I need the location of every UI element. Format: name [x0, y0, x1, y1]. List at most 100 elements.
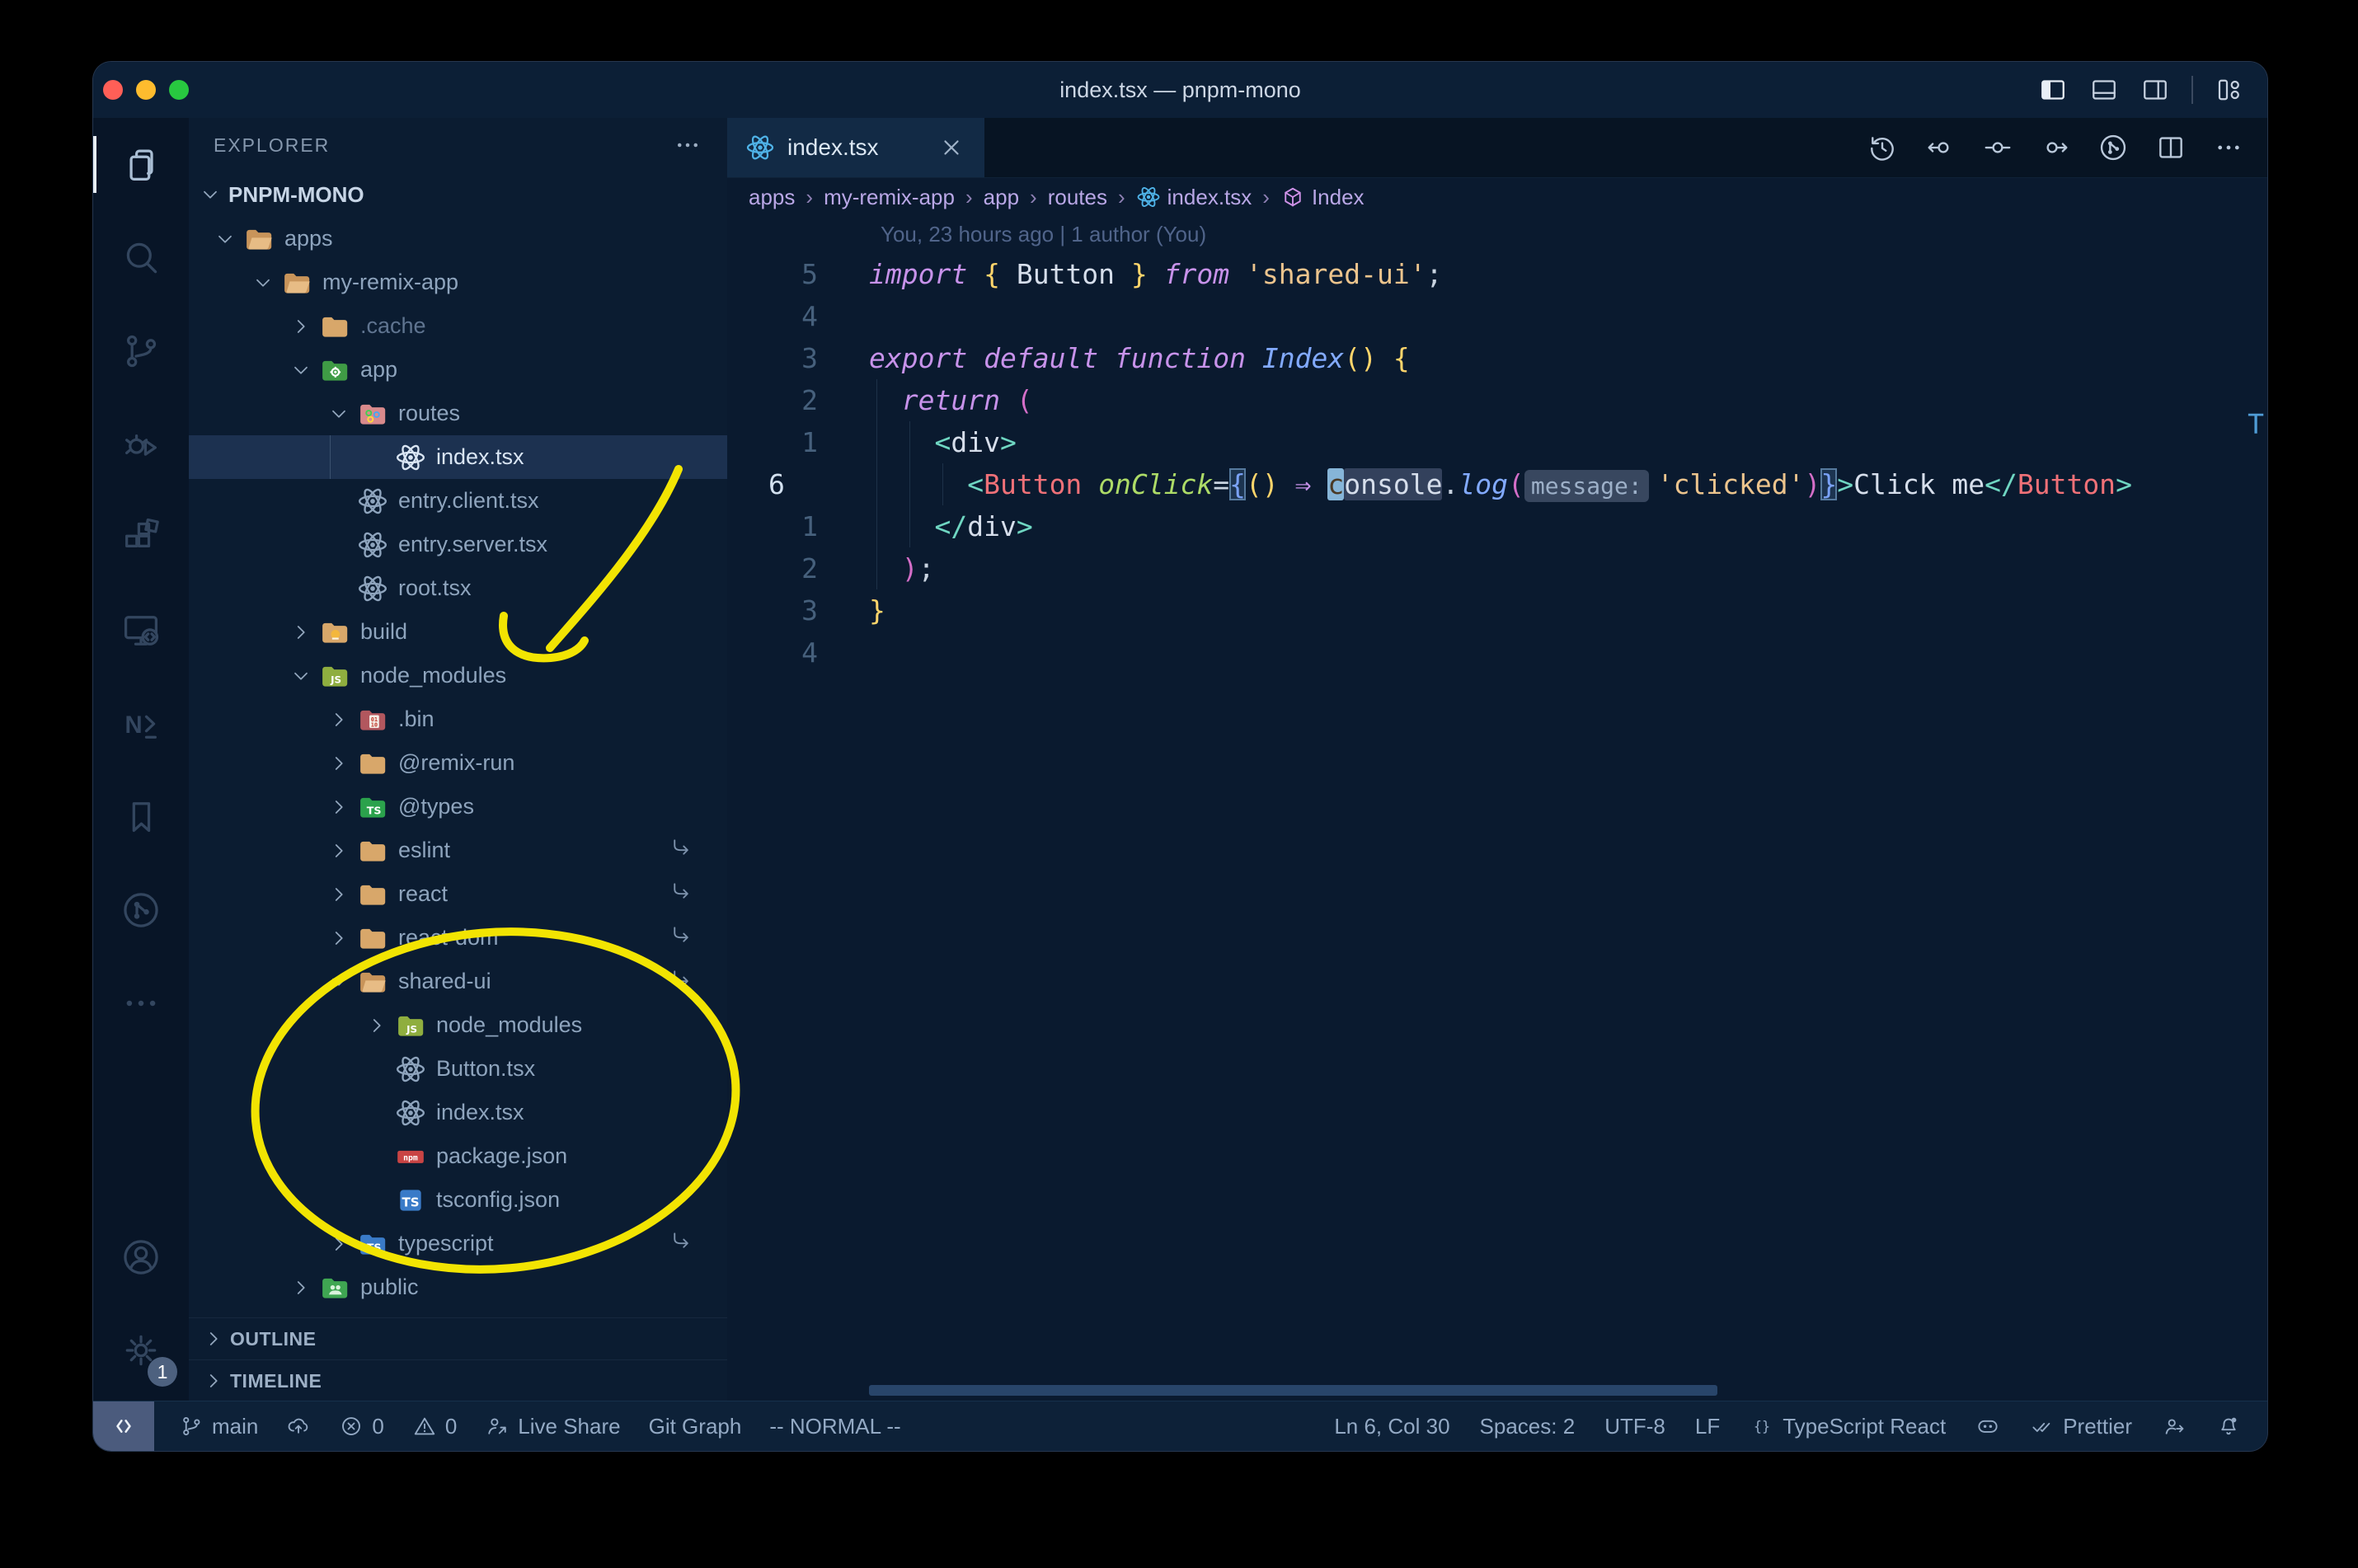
remote-indicator[interactable] [93, 1401, 154, 1451]
breadcrumb-item-app[interactable]: app [984, 185, 1019, 210]
chev-down-icon[interactable] [289, 664, 312, 688]
tree-item-build[interactable]: build [189, 610, 727, 654]
tree-item-node_modules[interactable]: JS node_modules [189, 654, 727, 697]
status-item-typescript-react[interactable]: {} TypeScript React [1750, 1414, 1946, 1439]
status-item-live-share[interactable]: Live Share [485, 1414, 621, 1439]
activity-bar-accounts[interactable] [93, 1210, 189, 1303]
tree-item-root.tsx[interactable]: root.tsx [189, 566, 727, 610]
sidebar-section-timeline[interactable]: TIMELINE [189, 1359, 727, 1401]
tab-index-tsx[interactable]: index.tsx [727, 118, 984, 177]
code-line[interactable]: 3 export default function Index() { [727, 337, 2267, 379]
prev-change-icon[interactable] [1924, 132, 1956, 163]
status-item-0[interactable]: 0 [339, 1414, 384, 1439]
layout-sidebar-right-icon[interactable] [2140, 75, 2170, 105]
tree-item-apps[interactable]: apps [189, 217, 727, 261]
horizontal-scrollbar[interactable] [869, 1385, 1717, 1396]
status-item-bell[interactable] [2216, 1414, 2241, 1439]
chevron-down-icon[interactable] [199, 183, 228, 206]
breadcrumb-item-index.tsx[interactable]: index.tsx [1136, 185, 1252, 210]
activity-bar-remote-explorer[interactable] [93, 584, 189, 677]
chev-down-icon[interactable] [327, 402, 350, 425]
status-item-lf[interactable]: LF [1695, 1414, 1720, 1439]
tree-item-entry.server.tsx[interactable]: entry.server.tsx [189, 523, 727, 566]
tree-item-Button.tsx[interactable]: Button.tsx [189, 1047, 727, 1091]
code-line[interactable]: 2 ); [727, 547, 2267, 589]
breadcrumb-item-apps[interactable]: apps [749, 185, 795, 210]
chev-right-icon[interactable] [327, 708, 350, 731]
activity-bar-nx-console[interactable]: N [93, 677, 189, 770]
tree-item-.bin[interactable]: 01 10 .bin [189, 697, 727, 741]
code-line[interactable]: 3} [727, 589, 2267, 631]
status-item-prettier[interactable]: Prettier [2030, 1414, 2132, 1439]
activity-bar-git-graph[interactable] [93, 863, 189, 956]
gitgraph-icon[interactable] [2097, 132, 2129, 163]
tree-item-node_modules[interactable]: JS node_modules [189, 1003, 727, 1047]
status-item-main[interactable]: main [179, 1414, 258, 1439]
commit-icon[interactable] [1982, 132, 2013, 163]
tree-item-my-remix-app[interactable]: my-remix-app [189, 261, 727, 304]
breadcrumb-item-Index[interactable]: Index [1280, 185, 1365, 210]
tree-item-eslint[interactable]: eslint [189, 829, 727, 872]
tree-item-react-dom[interactable]: react-dom [189, 916, 727, 960]
code-line[interactable]: 6 <Button onClick={() ⇒ console.log(mess… [727, 463, 2267, 505]
chev-down-icon[interactable] [214, 228, 237, 251]
code-editor[interactable]: You, 23 hours ago | 1 author (You) 5 impo… [727, 215, 2267, 1401]
chev-down-icon[interactable] [251, 271, 275, 294]
breadcrumb-item-my-remix-app[interactable]: my-remix-app [824, 185, 955, 210]
next-change-icon[interactable] [2040, 132, 2071, 163]
tree-item-index.tsx[interactable]: index.tsx [189, 1091, 727, 1134]
tree-item-typescript[interactable]: TS typescript [189, 1222, 727, 1265]
activity-bar-search[interactable] [93, 211, 189, 304]
chev-down-icon[interactable] [327, 970, 350, 993]
activity-bar-run-debug[interactable] [93, 397, 189, 491]
layout-panel-icon[interactable] [2089, 75, 2119, 105]
activity-bar-extensions[interactable] [93, 491, 189, 584]
chev-right-icon[interactable] [289, 621, 312, 644]
code-line[interactable]: 4 [727, 631, 2267, 674]
code-line[interactable]: 2 return ( [727, 379, 2267, 421]
tree-item-index.tsx[interactable]: index.tsx [189, 435, 727, 479]
more-icon[interactable] [2213, 132, 2244, 163]
breadcrumb-item-routes[interactable]: routes [1048, 185, 1107, 210]
chev-right-icon[interactable] [327, 839, 350, 862]
chev-right-icon[interactable] [327, 883, 350, 906]
explorer-more-actions-icon[interactable] [673, 130, 702, 160]
customize-layout-icon[interactable] [2215, 75, 2244, 105]
tree-item-shared-ui[interactable]: shared-ui [189, 960, 727, 1003]
tree-root-pnpm-mono[interactable]: PNPM-MONO [189, 172, 727, 217]
activity-bar-more-views[interactable] [93, 956, 189, 1049]
chev-down-icon[interactable] [289, 359, 312, 382]
activity-bar-source-control[interactable] [93, 304, 189, 397]
sidebar-section-outline[interactable]: OUTLINE [189, 1317, 727, 1359]
history-icon[interactable] [1867, 132, 1898, 163]
tree-item-@remix-run[interactable]: @remix-run [189, 741, 727, 785]
code-line[interactable]: 5 import { Button } from 'shared-ui'; [727, 253, 2267, 295]
status-item-0[interactable]: 0 [412, 1414, 457, 1439]
activity-bar-bookmarks[interactable] [93, 770, 189, 863]
code-line[interactable]: 4 [727, 295, 2267, 337]
chev-right-icon[interactable] [327, 927, 350, 950]
close-tab-icon[interactable] [937, 133, 966, 162]
split-editor-icon[interactable] [2155, 132, 2187, 163]
chev-right-icon[interactable] [327, 796, 350, 819]
activity-bar-settings[interactable]: 1 [93, 1303, 189, 1397]
tree-item-routes[interactable]: routes [189, 392, 727, 435]
tree-item-tsconfig.json[interactable]: TS tsconfig.json [189, 1178, 727, 1222]
tree-item-entry.client.tsx[interactable]: entry.client.tsx [189, 479, 727, 523]
code-line[interactable]: 1 <div> [727, 421, 2267, 463]
tree-item-app[interactable]: app [189, 348, 727, 392]
tree-item-public[interactable]: public [189, 1265, 727, 1309]
status-item-feedback[interactable] [2162, 1414, 2187, 1439]
status-item-spaces-2[interactable]: Spaces: 2 [1480, 1414, 1576, 1439]
layout-sidebar-left-icon[interactable] [2038, 75, 2068, 105]
activity-bar-explorer[interactable] [93, 118, 189, 211]
status-item-utf-8[interactable]: UTF-8 [1604, 1414, 1665, 1439]
chev-right-icon[interactable] [289, 1276, 312, 1299]
chev-right-icon[interactable] [327, 752, 350, 775]
code-line[interactable]: 1 </div> [727, 505, 2267, 547]
tree-item-package.json[interactable]: npm package.json [189, 1134, 727, 1178]
status-item-copilot[interactable] [1975, 1414, 2000, 1439]
status-item-git-graph[interactable]: Git Graph [649, 1414, 742, 1439]
tree-item-react[interactable]: react [189, 872, 727, 916]
tree-item-@types[interactable]: TS @types [189, 785, 727, 829]
